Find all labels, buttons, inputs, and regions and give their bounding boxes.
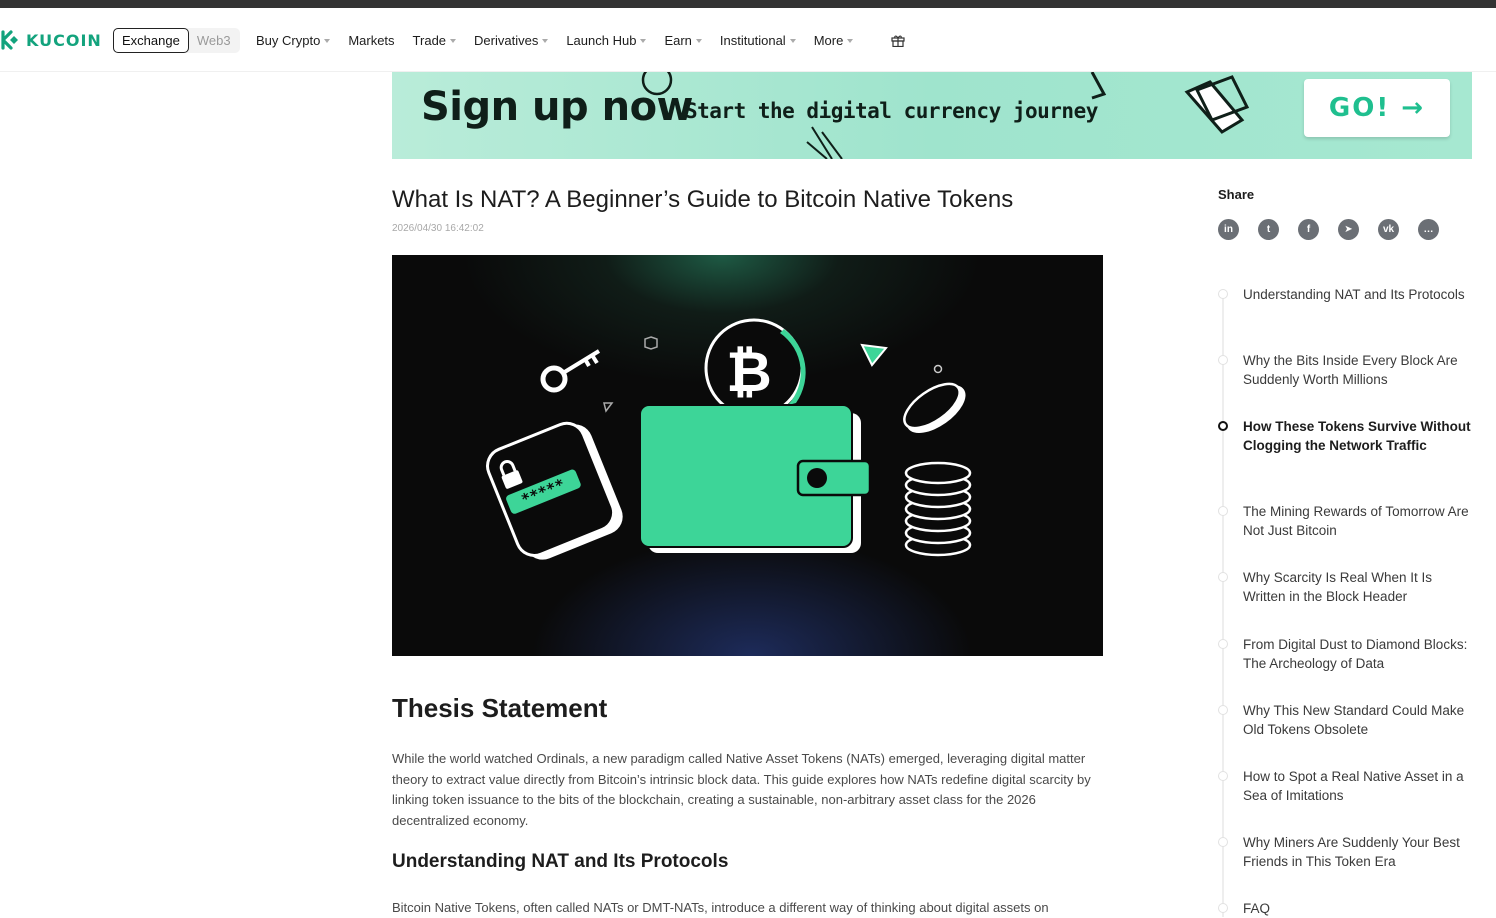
facebook-icon[interactable]: f (1298, 219, 1319, 240)
share-label: Share (1218, 187, 1255, 202)
toc-item-label: Why Miners Are Suddenly Your Best Friend… (1243, 835, 1460, 869)
section-heading-understanding: Understanding NAT and Its Protocols (392, 851, 729, 872)
toc-item-label: How to Spot a Real Native Asset in a Sea… (1243, 769, 1464, 803)
wallet-bitcoin-illustration: ₿ ***** (486, 318, 972, 560)
toc-item[interactable]: The Mining Rewards of Tomorrow Are Not J… (1216, 502, 1476, 540)
toc-item[interactable]: Why Miners Are Suddenly Your Best Friend… (1216, 833, 1476, 871)
chevron-down-icon (542, 38, 549, 43)
toc-bullet (1218, 771, 1228, 781)
twitter-icon[interactable]: t (1258, 219, 1279, 240)
share-icons: in t f ➤ vk … (1218, 219, 1458, 240)
toc-bullet (1218, 572, 1228, 582)
toc-item[interactable]: Understanding NAT and Its Protocols (1216, 285, 1476, 304)
nav-item-label: Trade (412, 33, 447, 48)
chevron-down-icon (847, 38, 854, 43)
svg-text:₿: ₿ (726, 340, 772, 405)
line-icon[interactable]: … (1418, 219, 1439, 240)
top-navigation-bar: KUCOIN Exchange Web3 Buy Crypto Markets … (0, 8, 1496, 72)
toc-item-label: Why the Bits Inside Every Block Are Sudd… (1243, 353, 1458, 387)
toc-bullet (1218, 837, 1228, 847)
browser-top-strip (0, 0, 1496, 8)
toc-item-label: Understanding NAT and Its Protocols (1243, 287, 1465, 302)
toc-bullet (1218, 639, 1228, 649)
toc-item-label: From Digital Dust to Diamond Blocks: The… (1243, 637, 1468, 671)
nav-item-markets[interactable]: Markets (348, 33, 394, 48)
toc-item-label: Why Scarcity Is Real When It Is Written … (1243, 570, 1433, 604)
toc-bullet (1218, 903, 1228, 913)
toc-bullet (1218, 289, 1228, 299)
go-button[interactable]: GO! → (1304, 79, 1450, 137)
main-menu: Buy Crypto Markets Trade Derivatives Lau… (256, 28, 871, 53)
toc-item-label: FAQ (1243, 901, 1271, 916)
article-title: What Is NAT? A Beginner’s Guide to Bitco… (392, 186, 1014, 213)
nav-item-label: Institutional (719, 33, 786, 48)
toc-item-label: Why This New Standard Could Make Old Tok… (1243, 703, 1465, 737)
toc-bullet (1218, 705, 1228, 715)
signup-banner[interactable]: Sign up now Start the digital currency j… (392, 72, 1472, 159)
toc-bullet (1218, 506, 1228, 516)
vk-icon[interactable]: vk (1378, 219, 1399, 240)
nav-item-label: Earn (664, 33, 692, 48)
toc-item-label: How These Tokens Survive Without Cloggin… (1243, 419, 1471, 453)
chevron-down-icon (324, 38, 331, 43)
toc-item[interactable]: From Digital Dust to Diamond Blocks: The… (1216, 635, 1476, 673)
exchange-web3-switch: Exchange Web3 (113, 28, 240, 53)
web3-tab[interactable]: Web3 (189, 28, 240, 53)
article-date: 2026/04/30 16:42:02 (392, 223, 484, 234)
toc-bullet-active (1218, 421, 1228, 431)
toc-item-active[interactable]: How These Tokens Survive Without Cloggin… (1216, 417, 1476, 455)
linkedin-icon[interactable]: in (1218, 219, 1239, 240)
chevron-down-icon (789, 38, 796, 43)
chevron-down-icon (640, 38, 647, 43)
banner-title: Sign up now (421, 84, 694, 130)
chevron-down-icon (450, 38, 457, 43)
nav-item-trade[interactable]: Trade (412, 33, 457, 48)
logo-text: KUCOIN (26, 30, 102, 50)
nav-item-more[interactable]: More (814, 33, 854, 48)
section-paragraph-thesis: While the world watched Ordinals, a new … (392, 751, 1091, 828)
toc-bullet (1218, 355, 1228, 365)
toc-item[interactable]: How to Spot a Real Native Asset in a Sea… (1216, 767, 1476, 805)
nav-item-label: Launch Hub (566, 33, 637, 48)
nav-item-derivatives[interactable]: Derivatives (474, 33, 549, 48)
toc-item-label: The Mining Rewards of Tomorrow Are Not J… (1243, 504, 1469, 538)
banner-subtitle: Start the digital currency journey (685, 99, 1098, 123)
toc-item[interactable]: Why This New Standard Could Make Old Tok… (1216, 701, 1476, 739)
section-heading-thesis: Thesis Statement (392, 693, 608, 723)
toc-item-faq[interactable]: FAQ (1216, 899, 1476, 918)
nav-item-label: Markets (348, 33, 395, 48)
chevron-down-icon (695, 38, 702, 43)
kucoin-logo[interactable]: KUCOIN (0, 28, 102, 52)
gift-icon[interactable] (891, 34, 905, 47)
nav-item-label: More (813, 33, 844, 48)
hero-image: ₿ ***** (392, 255, 1103, 656)
section-paragraph-understanding: Bitcoin Native Tokens, often called NATs… (392, 900, 1049, 915)
nav-item-buy-crypto[interactable]: Buy Crypto (256, 33, 331, 48)
toc-item[interactable]: Why the Bits Inside Every Block Are Sudd… (1216, 351, 1476, 389)
nav-item-label: Buy Crypto (256, 33, 321, 48)
nav-item-institutional[interactable]: Institutional (720, 33, 796, 48)
kucoin-logo-icon (1, 30, 18, 50)
nav-item-label: Derivatives (474, 33, 539, 48)
toc-item[interactable]: Why Scarcity Is Real When It Is Written … (1216, 568, 1476, 606)
nav-item-launch-hub[interactable]: Launch Hub (566, 33, 647, 48)
nav-item-earn[interactable]: Earn (664, 33, 702, 48)
exchange-tab[interactable]: Exchange (113, 28, 189, 53)
telegram-icon[interactable]: ➤ (1338, 219, 1359, 240)
